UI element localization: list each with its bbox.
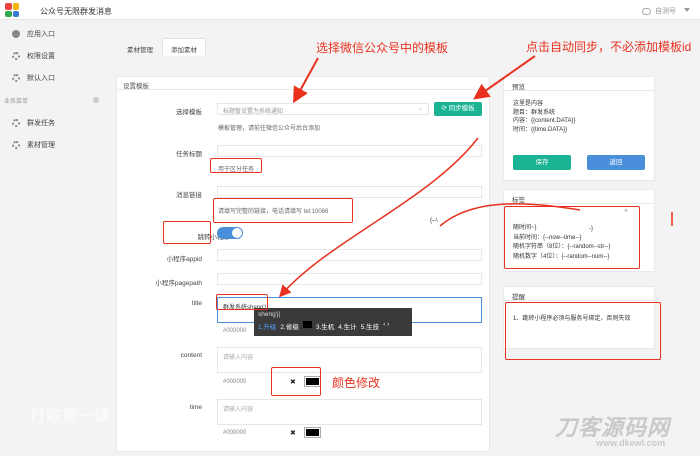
highlight-box xyxy=(271,367,321,396)
chevron-down-icon: ⌄ xyxy=(417,106,423,112)
ime-candidate[interactable]: 5.生技 xyxy=(361,321,379,331)
template-select[interactable]: 标题暂设置为系统通知 ⌄ xyxy=(217,103,429,115)
preview-line: 时间：{{time.DATA}} xyxy=(513,126,568,133)
preview-line: 内容：{{content.DATA}} xyxy=(513,118,576,124)
time-color-swatch[interactable] xyxy=(304,427,321,438)
sidebar-section-title: 业务菜单 xyxy=(4,99,29,105)
tab-bar: 素材管理 添加素材 xyxy=(118,38,206,56)
highlight-box xyxy=(505,302,661,360)
content-textarea[interactable]: 请输入内容 xyxy=(217,347,482,373)
task-title-label: 任务标题 xyxy=(176,151,202,158)
highlight-box xyxy=(216,294,268,310)
task-title-input[interactable] xyxy=(217,145,482,157)
sidebar-item-label: 默认入口 xyxy=(27,75,55,82)
circle-icon xyxy=(12,30,20,38)
section-toggle-icon[interactable] xyxy=(93,97,99,103)
gear-icon xyxy=(12,119,20,127)
wechat-icon xyxy=(642,7,651,15)
appid-label: 小程序appid xyxy=(166,256,202,263)
sidebar-item-default-entry[interactable]: 默认入口 xyxy=(12,72,55,84)
ime-candidate[interactable]: 2.省级 xyxy=(280,321,298,331)
gear-icon xyxy=(12,52,20,60)
ime-candidate-popup: sheng'j| 1.升级 2.省级 3.生机 4.生计 5.生技 ‹ › xyxy=(254,308,412,336)
chevron-down-icon[interactable] xyxy=(684,8,690,12)
time-textarea[interactable]: 请输入内容 xyxy=(217,399,482,425)
app-logo xyxy=(5,3,19,17)
ime-candidate[interactable]: 1.升级 xyxy=(258,321,276,331)
preview-header: 预览 xyxy=(504,77,654,91)
annotation-color-edit: 颜色修改 xyxy=(332,376,381,390)
toggle-knob xyxy=(232,228,242,238)
sync-template-button[interactable]: ⟳ 同步模板 xyxy=(434,102,482,116)
time-color-value: #000000 xyxy=(223,430,247,436)
content-placeholder: 请输入内容 xyxy=(223,355,254,361)
user-account[interactable]: 自测号 xyxy=(642,6,676,16)
title-color-value: #000000 xyxy=(223,328,247,334)
tab-add-material[interactable]: 添加素材 xyxy=(162,38,206,56)
sidebar-item-label: 素材管理 xyxy=(27,142,55,149)
sidebar-item-label: 权限设置 xyxy=(27,53,55,60)
watermark-left: 打败第一课 xyxy=(30,408,111,425)
pagepath-label: 小程序pagepath xyxy=(155,280,202,287)
sidebar-item-permissions[interactable]: 权限设置 xyxy=(12,50,55,62)
preview-line: 题目：群发系统 xyxy=(513,109,556,116)
preview-line: 这里是内容 xyxy=(513,101,544,107)
gear-icon xyxy=(12,141,20,149)
ime-page-arrows[interactable]: ‹ › xyxy=(383,321,389,331)
sync-template-label: 同步模板 xyxy=(448,105,475,112)
tab-material-manage[interactable]: 素材管理 xyxy=(118,38,162,56)
time-label: time xyxy=(189,404,202,411)
appid-input[interactable] xyxy=(217,249,482,261)
title-label: title xyxy=(191,300,202,307)
template-label: 选择模板 xyxy=(176,109,202,116)
pagepath-input[interactable] xyxy=(217,273,482,285)
top-bar: 公众号无限群发消息 自测号 xyxy=(0,0,700,20)
ime-candidate[interactable]: 4.生计 xyxy=(338,321,356,331)
link-label: 消息链接 xyxy=(176,192,202,199)
annotation-select-template: 选择微信公众号中的模板 xyxy=(316,41,449,55)
sidebar-item-mass-task[interactable]: 群发任务 xyxy=(12,117,55,129)
highlight-box xyxy=(163,221,211,244)
highlight-box xyxy=(504,206,640,269)
preview-body: 这里是内容 题目：群发系统 内容：{{content.DATA}} 时间：{{t… xyxy=(513,100,575,134)
link-input[interactable] xyxy=(217,186,482,198)
save-button[interactable]: 保存 xyxy=(513,155,571,170)
tag-fragment: {--\ xyxy=(430,218,438,224)
highlight-box xyxy=(210,158,262,173)
ime-pinyin: sheng'j| xyxy=(258,311,281,318)
tags-header: 标签 xyxy=(504,190,654,204)
template-select-value: 标题暂设置为系统通知 xyxy=(223,109,284,115)
sidebar: 应用入口 权限设置 默认入口 业务菜单 群发任务 素材管理 xyxy=(0,20,108,456)
content-color-value: #000000 xyxy=(223,379,247,385)
sidebar-item-app-entry[interactable]: 应用入口 xyxy=(12,28,55,40)
content-label: content xyxy=(180,352,202,359)
refresh-icon: ⟳ xyxy=(441,105,449,112)
reminder-header: 提醒 xyxy=(504,287,654,301)
template-hint: 模板管理，请前往微信公众号后台添加 xyxy=(218,126,321,132)
app-title: 公众号无限群发消息 xyxy=(40,7,112,16)
gear-icon xyxy=(12,74,20,82)
sidebar-item-label: 群发任务 xyxy=(27,120,55,127)
watermark-url: www.dkewl.com xyxy=(596,438,666,448)
user-name: 自测号 xyxy=(655,8,676,15)
highlight-box xyxy=(213,198,353,223)
ime-redaction xyxy=(302,321,312,328)
form-header: 设置模板 xyxy=(117,77,489,90)
sidebar-item-label: 应用入口 xyxy=(27,31,55,38)
miniprogram-toggle[interactable] xyxy=(217,227,243,239)
sidebar-item-materials[interactable]: 素材管理 xyxy=(12,139,55,151)
clear-color-icon[interactable]: ✖ xyxy=(290,429,296,437)
annotation-auto-sync: 点击自动同步，不必添加模板id xyxy=(526,40,692,54)
ime-candidate[interactable]: 3.生机 xyxy=(316,321,334,331)
time-placeholder: 请输入内容 xyxy=(223,407,254,413)
back-button[interactable]: 返回 xyxy=(587,155,645,170)
